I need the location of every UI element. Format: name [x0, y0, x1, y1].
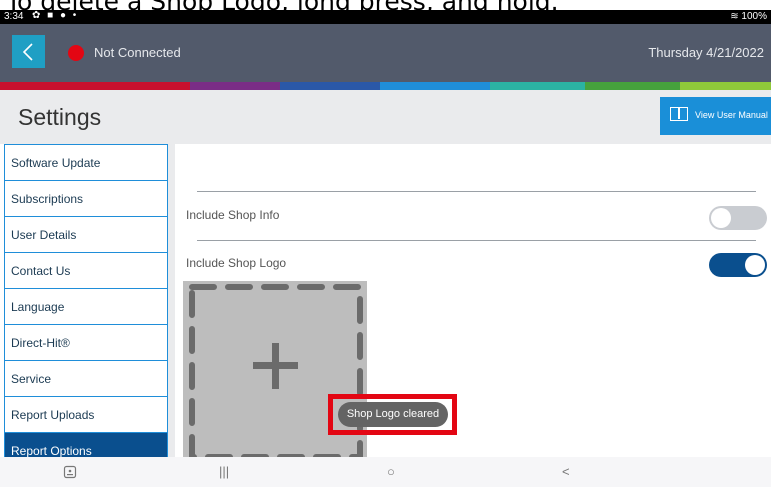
divider	[197, 240, 756, 241]
color-strip-segment	[0, 82, 190, 90]
book-icon	[670, 107, 688, 121]
sidebar-item-direct-hit[interactable]: Direct-Hit®	[4, 325, 168, 361]
home-button[interactable]: ○	[387, 464, 395, 479]
color-strip-segment	[680, 82, 771, 90]
include-shop-info-label: Include Shop Info	[186, 208, 280, 222]
screenshot-icon[interactable]	[63, 465, 77, 479]
sidebar-item-report-uploads[interactable]: Report Uploads	[4, 397, 168, 433]
connection-status-dot	[68, 45, 84, 61]
sidebar-item-subscriptions[interactable]: Subscriptions	[4, 181, 168, 217]
sidebar-item-label: Software Update	[11, 156, 101, 170]
settings-sidebar: Software Update Subscriptions User Detai…	[4, 144, 168, 457]
divider	[197, 191, 756, 192]
toggle-knob	[745, 255, 765, 275]
sidebar-item-label: Language	[11, 300, 65, 314]
app-header: Not Connected Thursday 4/21/2022	[0, 24, 771, 82]
color-strip-segment	[190, 82, 280, 90]
system-navigation-bar: ||| ○ <	[0, 457, 771, 487]
back-nav-button[interactable]: <	[562, 464, 570, 479]
chevron-left-icon	[22, 43, 33, 61]
sidebar-item-label: Service	[11, 372, 52, 386]
sidebar-item-label: User Details	[11, 228, 77, 242]
view-user-manual-button[interactable]: View User Manual	[660, 97, 771, 135]
sidebar-item-label: Direct-Hit®	[11, 336, 70, 350]
sidebar-item-language[interactable]: Language	[4, 289, 168, 325]
settings-header	[0, 90, 771, 144]
sidebar-item-label: Report Options	[11, 444, 92, 457]
back-button[interactable]	[12, 35, 45, 68]
sidebar-item-label: Subscriptions	[11, 192, 84, 206]
header-date: Thursday 4/21/2022	[648, 45, 764, 60]
status-bar: 3:34 ✿ ■ ● • ≋ 100%	[0, 10, 771, 24]
include-shop-logo-label: Include Shop Logo	[186, 256, 287, 270]
notification-icons: ✿ ■ ● •	[32, 10, 79, 21]
sidebar-item-label: Contact Us	[11, 264, 71, 278]
view-user-manual-label: View User Manual	[695, 110, 768, 120]
color-strip-segment	[585, 82, 680, 90]
color-strip-segment	[380, 82, 490, 90]
toggle-knob	[711, 208, 731, 228]
sidebar-item-label: Report Uploads	[11, 408, 95, 422]
include-shop-info-toggle[interactable]	[709, 206, 767, 230]
brand-color-strip	[0, 82, 771, 90]
status-time: 3:34	[4, 11, 24, 22]
connection-status-text: Not Connected	[94, 45, 181, 60]
sidebar-item-contact-us[interactable]: Contact Us	[4, 253, 168, 289]
recents-button[interactable]: |||	[219, 464, 229, 479]
battery-indicator: ≋ 100%	[730, 11, 767, 22]
page-title: Settings	[18, 104, 102, 130]
shop-logo-cleared-toast: Shop Logo cleared	[338, 402, 448, 427]
sidebar-item-software-update[interactable]: Software Update	[4, 144, 168, 181]
sidebar-item-service[interactable]: Service	[4, 361, 168, 397]
sidebar-item-report-options[interactable]: Report Options	[4, 433, 168, 457]
color-strip-segment	[490, 82, 585, 90]
color-strip-segment	[280, 82, 380, 90]
include-shop-logo-toggle[interactable]	[709, 253, 767, 277]
sidebar-item-user-details[interactable]: User Details	[4, 217, 168, 253]
